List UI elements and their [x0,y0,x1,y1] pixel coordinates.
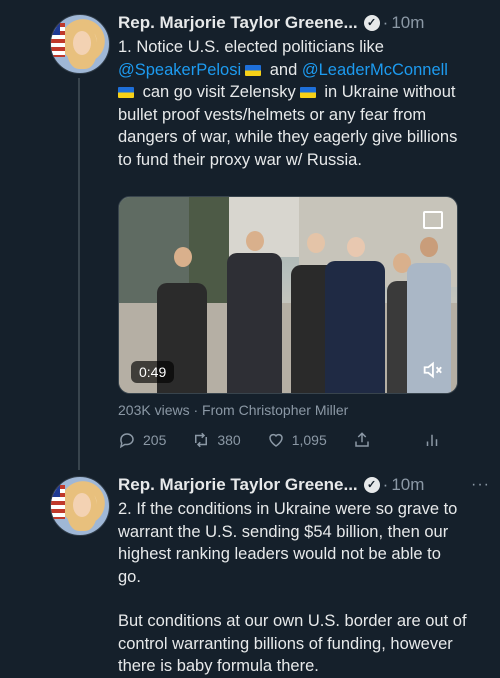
mute-icon[interactable] [421,359,443,381]
person-head [246,231,264,251]
author-name[interactable]: Rep. Marjorie Taylor Greene... [118,13,358,33]
timestamp[interactable]: 10m [391,475,424,495]
like-icon [268,433,283,447]
person-head [174,247,192,267]
reply-button[interactable]: 205 [118,431,166,449]
tweet-text: 2. If the conditions in Ukraine were so … [118,498,468,678]
like-count: 1,095 [291,432,327,448]
person [227,253,282,393]
retweet-icon [195,432,208,448]
flag-canton [51,485,60,497]
timestamp[interactable]: 10m [391,13,424,33]
view-count[interactable]: 203K views · From Christopher Miller [118,402,348,418]
tweet-text-part: can go visit Zelensky [142,83,296,101]
person-head [347,237,365,257]
tweet-paragraph: 2. If the conditions in Ukraine were so … [118,500,458,586]
tweet-header: Rep. Marjorie Taylor Greene... ✓ · 10m ·… [118,474,490,496]
ukraine-flag-icon [118,87,134,98]
avatar[interactable] [50,14,110,74]
share-icon [355,432,369,447]
video-duration: 0:49 [131,361,175,383]
tweet-actions: 205 380 1,095 [118,428,458,452]
tweet-text-part: and [269,60,298,79]
tweet-header: Rep. Marjorie Taylor Greene... ✓ · 10m [118,12,490,34]
verified-icon: ✓ [363,477,380,493]
avatar-face [73,493,91,517]
ukraine-flag-icon [299,87,316,98]
analytics-icon [426,434,438,446]
share-button[interactable] [353,431,378,449]
ukraine-flag-icon [245,64,262,76]
media-icon [423,211,443,229]
tweet-text: 1. Notice U.S. elected politicians like … [118,36,468,171]
video-player[interactable]: 0:49 [118,196,458,394]
separator-dot: · [382,13,389,32]
analytics-button[interactable] [423,431,448,449]
avatar[interactable] [50,476,110,536]
person-head [420,237,438,257]
person-head [307,233,325,253]
separator-dot: · [382,475,389,494]
retweet-button[interactable]: 380 [192,431,241,449]
mention-link[interactable]: @LeaderMcConnell [302,61,448,79]
reply-count: 205 [143,432,167,448]
retweet-count: 380 [217,432,241,448]
scene-building [229,197,299,257]
flag-canton [51,23,60,35]
like-button[interactable]: 1,095 [267,431,327,449]
reply-icon [119,433,134,449]
mention-link[interactable]: @SpeakerPelosi [118,61,241,79]
person [325,261,385,393]
tweet-text-part: 1. Notice U.S. elected politicians like [118,38,384,56]
thread-connector-line [78,78,80,470]
author-name[interactable]: Rep. Marjorie Taylor Greene... [118,475,358,495]
more-options-button[interactable]: ··· [471,476,490,494]
tweet-paragraph: But conditions at our own U.S. border ar… [118,612,467,675]
verified-icon: ✓ [363,15,380,31]
avatar-face [73,31,91,55]
